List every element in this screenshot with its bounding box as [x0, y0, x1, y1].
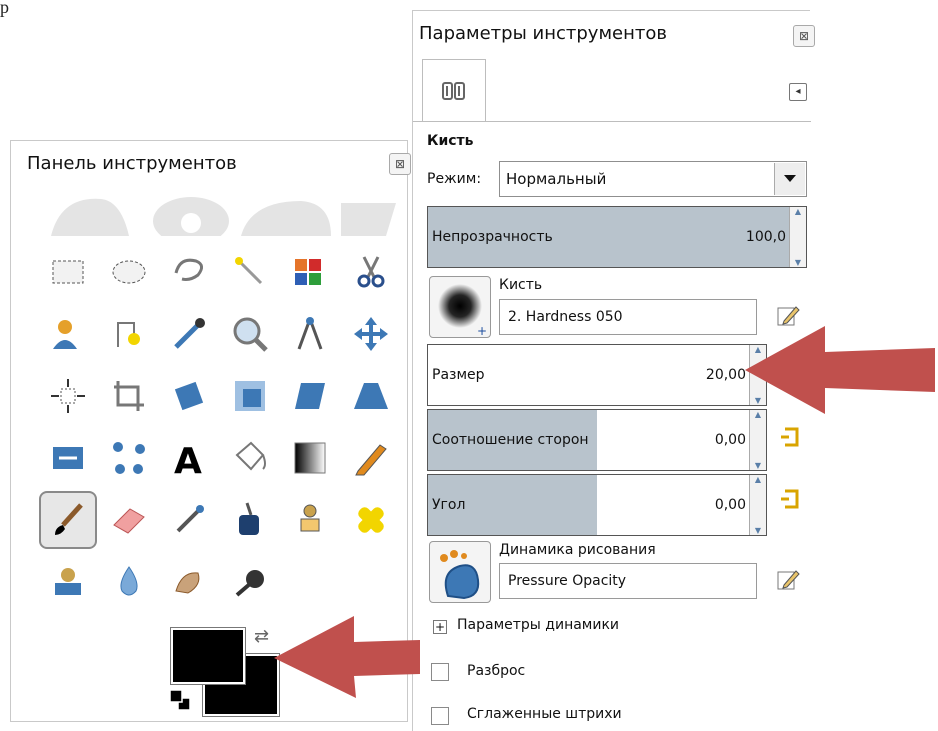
tab-tool-options[interactable]	[422, 59, 486, 121]
text-icon[interactable]: A	[160, 429, 218, 487]
reset-colors-icon[interactable]	[169, 689, 191, 711]
eraser-icon[interactable]	[100, 491, 158, 549]
aspect-ratio-value: 0,00	[714, 432, 746, 448]
dynamics-options-expander-icon[interactable]: +	[433, 620, 447, 634]
fuzzy-select-icon[interactable]	[221, 243, 279, 301]
toolbox-close-icon[interactable]: ⊠	[389, 153, 411, 175]
tool-options-close-icon[interactable]: ⊠	[793, 25, 815, 47]
clone-icon[interactable]	[281, 491, 339, 549]
smooth-strokes-label: Сглаженные штрихи	[467, 706, 622, 722]
foreground-select-icon[interactable]	[39, 305, 97, 363]
opacity-value: 100,0	[745, 229, 786, 245]
ink-icon[interactable]	[221, 491, 279, 549]
jitter-checkbox[interactable]	[431, 663, 449, 681]
move-icon[interactable]	[342, 305, 400, 363]
size-slider[interactable]: Размер 20,00 ▲ ▼	[427, 344, 767, 406]
dynamics-name-field[interactable]: Pressure Opacity	[499, 563, 757, 599]
rotate-icon[interactable]	[160, 367, 218, 425]
jitter-label: Разброс	[467, 663, 526, 679]
color-select-icon[interactable]	[281, 243, 339, 301]
aspect-ratio-slider[interactable]: Соотношение сторон 0,00 ▲ ▼	[427, 409, 767, 471]
crop-icon[interactable]	[100, 367, 158, 425]
opacity-label: Непрозрачность	[432, 229, 553, 245]
angle-slider[interactable]: Угол 0,00 ▲ ▼	[427, 474, 767, 536]
dynamics-preview[interactable]	[429, 541, 491, 603]
perspective-icon[interactable]	[342, 367, 400, 425]
flip-icon[interactable]	[39, 429, 97, 487]
dynamics-label: Динамика рисования	[499, 542, 656, 558]
svg-text:+: +	[477, 324, 487, 338]
edit-dynamics-icon[interactable]	[775, 567, 801, 593]
cage-transform-icon[interactable]	[100, 429, 158, 487]
smooth-strokes-checkbox[interactable]	[431, 707, 449, 725]
mode-value: Нормальный	[506, 170, 607, 188]
reset-aspect-icon[interactable]	[779, 425, 801, 451]
opacity-spinner[interactable]: ▲ ▼	[789, 207, 806, 267]
scale-icon[interactable]	[221, 367, 279, 425]
aspect-ratio-label: Соотношение сторон	[432, 432, 589, 448]
wilber-drop-zone-icon	[51, 197, 396, 236]
aspect-ratio-spinner[interactable]: ▲ ▼	[749, 410, 766, 470]
paths-icon[interactable]	[100, 305, 158, 363]
shear-icon[interactable]	[281, 367, 339, 425]
tab-bar: ◂	[413, 59, 811, 122]
mode-label: Режим:	[427, 171, 482, 187]
bucket-fill-icon[interactable]	[221, 429, 279, 487]
heal-icon[interactable]	[342, 491, 400, 549]
ellipse-select-icon[interactable]	[100, 243, 158, 301]
reset-angle-icon[interactable]	[779, 487, 801, 513]
brush-preview[interactable]: +	[429, 276, 491, 338]
chevron-down-icon[interactable]	[774, 163, 805, 195]
paint-dynamics-icon	[440, 550, 480, 600]
dynamics-name-value: Pressure Opacity	[508, 573, 627, 589]
swap-colors-icon[interactable]: ⇄	[254, 626, 269, 647]
toolbox-title: Панель инструментов	[27, 153, 237, 174]
foreground-color-swatch[interactable]	[170, 627, 246, 685]
brush-label: Кисть	[499, 277, 543, 293]
blend-icon[interactable]	[281, 429, 339, 487]
annotation-arrow-size-icon	[745, 326, 935, 414]
angle-spinner[interactable]: ▲ ▼	[749, 475, 766, 535]
mode-select[interactable]: Нормальный	[499, 161, 807, 197]
zoom-icon[interactable]	[221, 305, 279, 363]
perspective-clone-icon[interactable]	[39, 553, 97, 611]
dodge-burn-icon[interactable]	[221, 553, 279, 611]
tool-options-icon	[442, 82, 465, 100]
size-value: 20,00	[705, 367, 746, 383]
blur-sharpen-icon[interactable]	[100, 553, 158, 611]
pencil-icon[interactable]	[342, 429, 400, 487]
rect-select-icon[interactable]	[39, 243, 97, 301]
angle-value: 0,00	[714, 497, 746, 513]
tab-menu-arrow-icon[interactable]: ◂	[789, 83, 807, 101]
align-icon[interactable]	[39, 367, 97, 425]
size-label: Размер	[432, 367, 485, 383]
paintbrush-icon[interactable]	[39, 491, 97, 549]
dynamics-options-label[interactable]: Параметры динамики	[457, 617, 619, 633]
brush-hardness-icon: +	[438, 284, 487, 338]
color-picker-icon[interactable]	[160, 305, 218, 363]
smudge-icon[interactable]	[160, 553, 218, 611]
scissors-select-icon[interactable]	[342, 243, 400, 301]
page-top-text: р	[0, 0, 9, 17]
measure-icon[interactable]	[281, 305, 339, 363]
angle-label: Угол	[432, 497, 466, 513]
svg-text:A: A	[174, 441, 202, 479]
brush-name-value: 2. Hardness 050	[508, 309, 623, 325]
opacity-slider[interactable]: Непрозрачность 100,0 ▲ ▼	[427, 206, 807, 268]
brush-name-field[interactable]: 2. Hardness 050	[499, 299, 757, 335]
airbrush-icon[interactable]	[160, 491, 218, 549]
tool-options-title: Параметры инструментов	[419, 23, 667, 44]
section-brush-title: Кисть	[427, 133, 474, 149]
free-select-icon[interactable]	[160, 243, 218, 301]
annotation-arrow-color-icon	[274, 616, 420, 698]
